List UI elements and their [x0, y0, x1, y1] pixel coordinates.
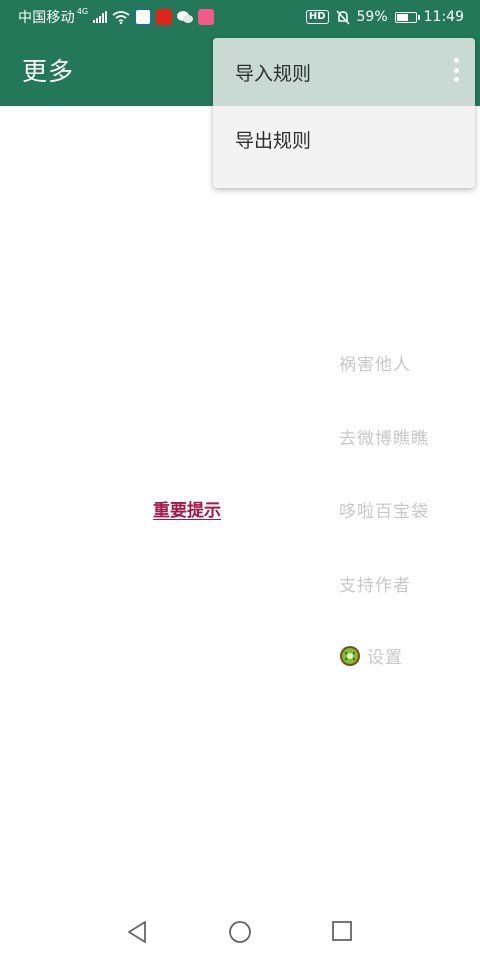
status-left: 中国移动 4G: [18, 6, 215, 27]
status-bar: 中国移动 4G HD 59% 11:49: [0, 0, 480, 34]
clock: 11:49: [423, 9, 464, 25]
important-notice-link[interactable]: 重要提示: [153, 496, 221, 521]
recents-icon[interactable]: [331, 920, 353, 942]
kiwi-icon: [340, 645, 360, 666]
weibo-app-icon: [198, 9, 215, 25]
network-type: 4G: [76, 6, 89, 16]
taobao-app-icon: [156, 9, 173, 25]
menu-item-export-rules[interactable]: 导出规则: [213, 106, 475, 172]
link-doraemon-pocket[interactable]: 哆啦百宝袋: [339, 497, 429, 522]
status-right: HD 59% 11:49: [305, 9, 464, 25]
battery-fill: [396, 13, 409, 21]
wechat-icon: [177, 11, 194, 23]
battery-percent: 59%: [356, 9, 388, 25]
settings-label: 设置: [367, 648, 403, 668]
back-icon[interactable]: [126, 920, 148, 944]
baidu-app-icon: [135, 9, 152, 25]
link-settings[interactable]: 设置: [339, 643, 403, 668]
link-harm-others[interactable]: 祸害他人: [339, 350, 411, 375]
hd-badge: HD: [305, 10, 329, 24]
menu-item-import-rules[interactable]: 导入规则: [213, 38, 475, 106]
carrier-label: 中国移动: [18, 10, 75, 26]
link-weibo[interactable]: 去微博瞧瞧: [339, 424, 429, 449]
wifi-icon: [112, 10, 130, 24]
menu-item-label: 导出规则: [235, 129, 312, 152]
page-title: 更多: [22, 57, 75, 86]
signal-icon: [93, 11, 108, 23]
home-icon[interactable]: [228, 920, 252, 944]
mute-bell-icon: [335, 9, 350, 25]
battery-icon: [394, 11, 420, 23]
overflow-menu: 导入规则 导出规则: [213, 38, 475, 188]
system-nav-bar: [0, 900, 480, 960]
more-vert-icon[interactable]: [453, 58, 459, 82]
menu-item-label: 导入规则: [235, 62, 312, 85]
link-support-author[interactable]: 支持作者: [339, 571, 411, 596]
